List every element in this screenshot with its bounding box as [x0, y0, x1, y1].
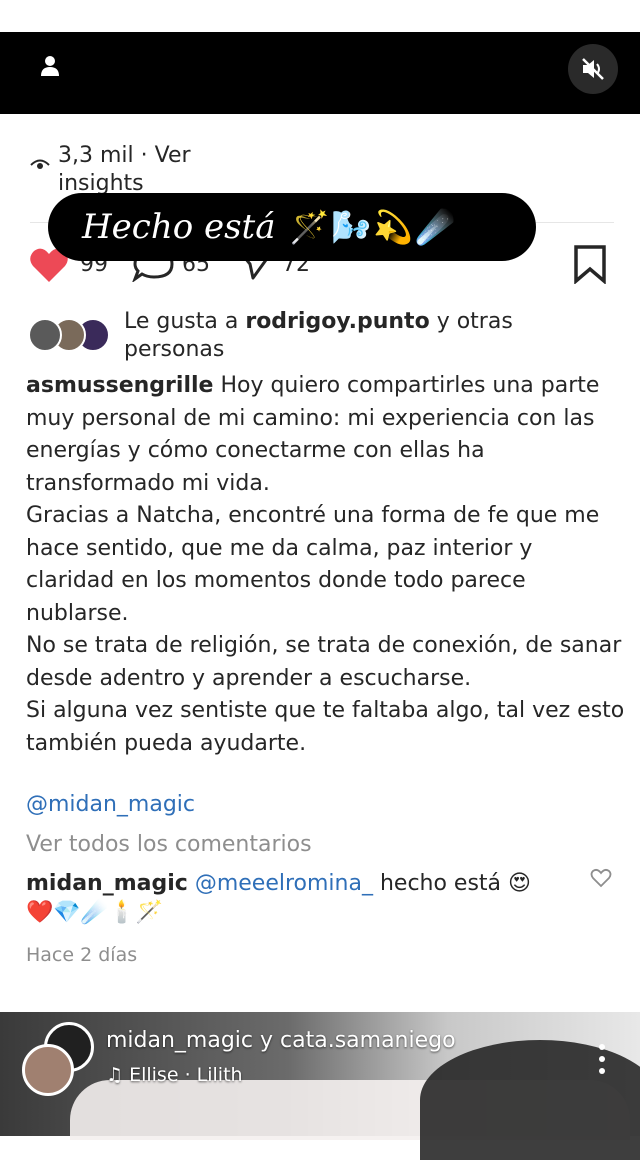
comment-emojis: ❤️💎☄️🕯️🪄	[26, 900, 163, 925]
comment-row: midan_magic @meeelromina_ hecho está 😍	[26, 871, 531, 896]
caption-emoji: 🪄🌬️💫☄️	[289, 208, 457, 246]
likes-summary[interactable]: Le gusta a rodrigoy.punto y otras person…	[124, 308, 604, 364]
view-insights-link[interactable]: insights	[58, 170, 144, 194]
view-count[interactable]: 3,3 mil · Ver	[58, 142, 191, 170]
post-author[interactable]: asmussengrille	[26, 373, 213, 398]
video-caption-overlay: Hecho está 🪄🌬️💫☄️	[48, 193, 536, 261]
liker-avatar[interactable]	[28, 318, 62, 352]
mute-button[interactable]	[568, 44, 618, 94]
eye-icon	[30, 159, 50, 169]
post-timestamp: Hace 2 días	[26, 944, 138, 966]
video-top-bar	[0, 32, 640, 114]
liker-username[interactable]: rodrigoy.punto	[245, 309, 429, 334]
music-note-icon: ♫	[106, 1064, 124, 1086]
speaker-muted-icon	[582, 58, 604, 80]
caption-mention-link[interactable]: @midan_magic	[26, 792, 195, 817]
bookmark-icon[interactable]	[572, 244, 608, 284]
comment-mention[interactable]: @meeelromina_	[195, 871, 373, 896]
post-caption: asmussengrille Hoy quiero compartirles u…	[26, 373, 625, 756]
profile-icon[interactable]	[36, 52, 64, 80]
view-all-comments-link[interactable]: Ver todos los comentarios	[26, 832, 312, 857]
reel-usernames[interactable]: midan_magic y cata.samaniego	[106, 1028, 456, 1053]
reel-music[interactable]: ♫ Ellise · Lilith	[106, 1064, 243, 1086]
reel-avatar[interactable]	[22, 1044, 74, 1096]
more-options-icon[interactable]	[592, 1042, 612, 1076]
comment-author[interactable]: midan_magic	[26, 871, 188, 896]
status-area	[0, 0, 640, 32]
caption-text: Hecho está	[82, 207, 276, 247]
feed-gap	[0, 984, 640, 1012]
comment-like-icon[interactable]	[590, 868, 612, 888]
